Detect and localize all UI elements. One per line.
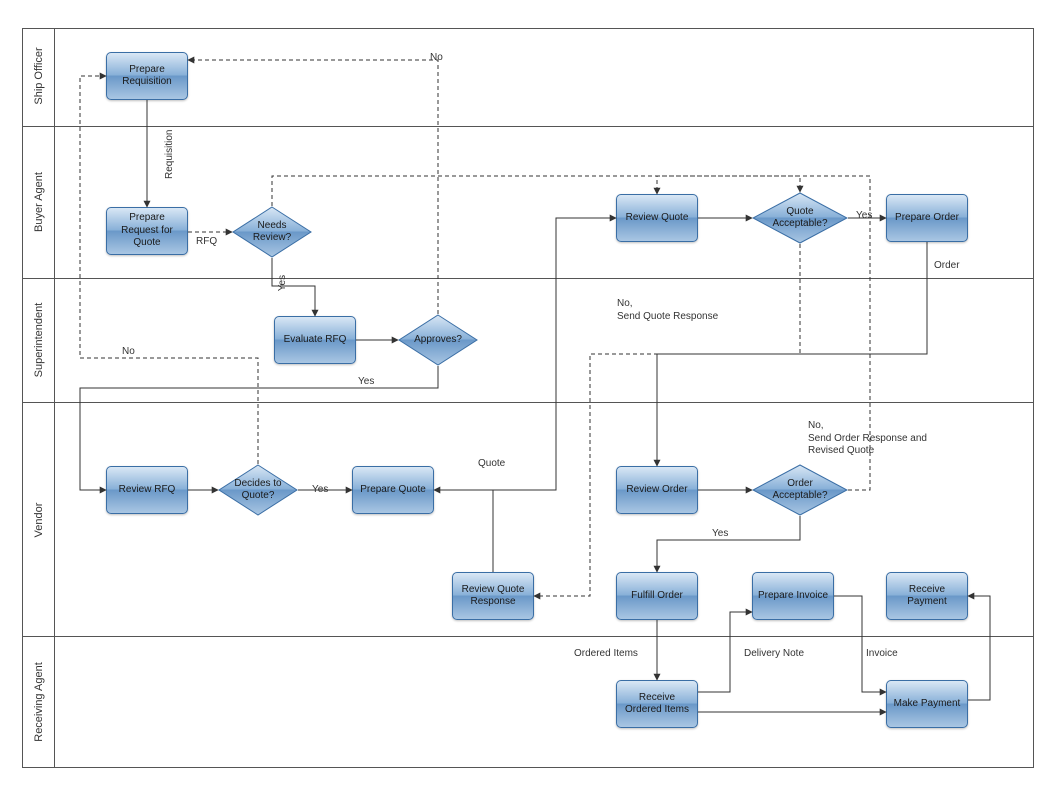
lane-header-divider — [54, 28, 55, 768]
node-decides-to-quote: Decides to Quote? — [218, 464, 298, 516]
node-evaluate-rfq: Evaluate RFQ — [274, 316, 356, 364]
node-prepare-quote: Prepare Quote — [352, 466, 434, 514]
node-receive-ordered-items: Receive Ordered Items — [616, 680, 698, 728]
edge-label: Order — [934, 260, 960, 273]
edge-label: Yes — [358, 376, 374, 389]
lane-label: Buyer Agent — [33, 167, 45, 237]
edge-label: No, Send Order Response and Revised Quot… — [808, 420, 927, 458]
lane-divider — [22, 402, 1034, 403]
edge-label: Yes — [277, 261, 290, 291]
node-make-payment: Make Payment — [886, 680, 968, 728]
node-prepare-requisition: Prepare Requisition — [106, 52, 188, 100]
edge-label: Invoice — [866, 648, 898, 661]
node-prepare-order: Prepare Order — [886, 194, 968, 242]
node-review-quote: Review Quote — [616, 194, 698, 242]
lane-divider — [22, 278, 1034, 279]
edge-label: Yes — [856, 210, 872, 223]
edge-label: No, Send Quote Response — [617, 298, 718, 323]
lane-label: Superintendent — [33, 293, 45, 387]
edge-label: Delivery Note — [744, 648, 804, 661]
node-receive-payment: Receive Payment — [886, 572, 968, 620]
node-order-acceptable: Order Acceptable? — [752, 464, 848, 516]
node-quote-acceptable: Quote Acceptable? — [752, 192, 848, 244]
node-needs-review: Needs Review? — [232, 206, 312, 258]
node-prepare-invoice: Prepare Invoice — [752, 572, 834, 620]
edge-label: RFQ — [196, 236, 217, 249]
swimlane-diagram: Ship Officer Buyer Agent Superintendent … — [0, 0, 1056, 794]
node-prepare-rfq: Prepare Request for Quote — [106, 207, 188, 255]
edge-label: Yes — [312, 484, 328, 497]
lane-label: Receiving Agent — [33, 655, 45, 749]
lane-divider — [22, 636, 1034, 637]
node-review-rfq: Review RFQ — [106, 466, 188, 514]
edge-label: Requisition — [164, 124, 177, 184]
node-review-quote-response: Review Quote Response — [452, 572, 534, 620]
edge-label: No — [122, 346, 135, 359]
edge-label: Yes — [712, 528, 728, 541]
lane-label: Ship Officer — [33, 41, 45, 111]
node-fulfill-order: Fulfill Order — [616, 572, 698, 620]
node-approves: Approves? — [398, 314, 478, 366]
edge-label: No — [430, 52, 443, 65]
node-review-order: Review Order — [616, 466, 698, 514]
edge-label: Quote — [478, 458, 505, 471]
edge-label: Ordered Items — [574, 648, 638, 661]
lane-label: Vendor — [33, 495, 45, 545]
